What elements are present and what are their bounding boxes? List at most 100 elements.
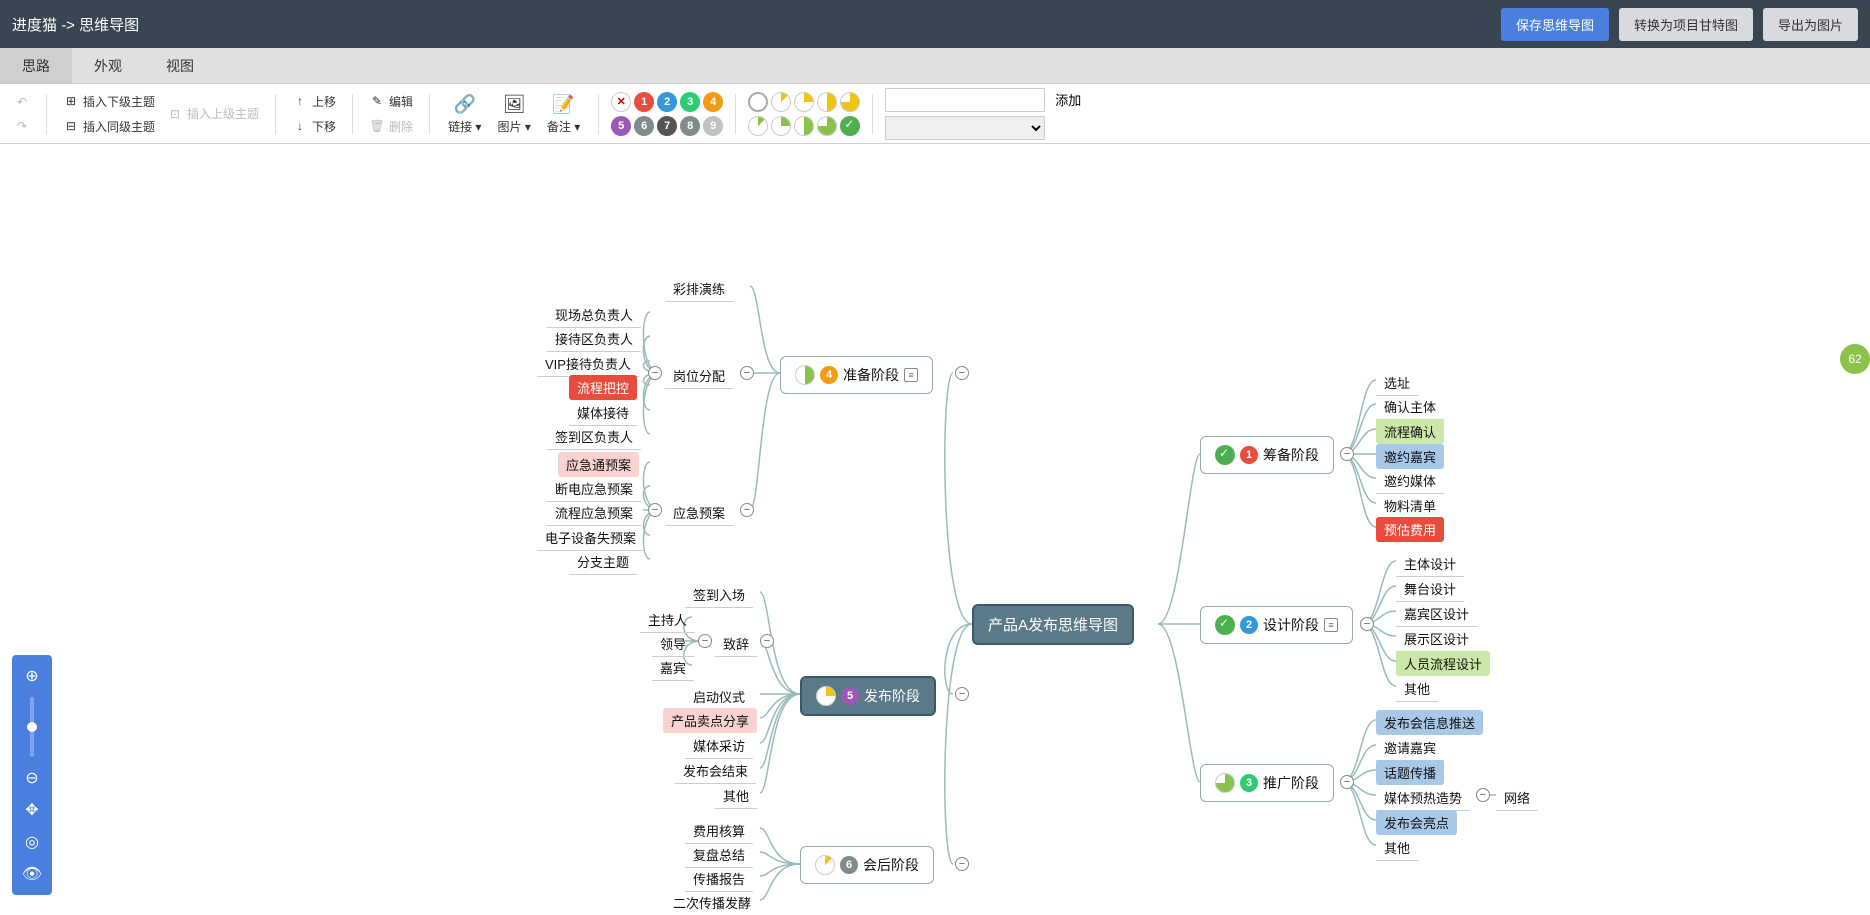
priority-1-icon[interactable]: 1 [634,92,654,112]
add-tag-button[interactable]: 添加 [1045,88,1091,112]
progress-g12-icon[interactable] [748,116,768,136]
progress-clear-icon[interactable] [748,92,768,112]
breadcrumb-app[interactable]: 进度猫 [12,17,57,34]
tag-input[interactable] [885,88,1045,112]
move-button[interactable]: ✥ [21,799,43,821]
collapse-toggle[interactable]: − [1340,447,1354,461]
float-badge[interactable]: 62 [1840,344,1870,374]
delete-button[interactable]: 🗑删除 [365,116,417,137]
zoom-in-button[interactable]: ⊕ [21,665,43,687]
leaf-node[interactable]: 致辞 [715,631,757,657]
leaf-node[interactable]: 媒体预热造势 [1376,785,1470,811]
priority-7-icon[interactable]: 7 [657,116,677,136]
progress-g50-icon[interactable] [794,116,814,136]
edit-button[interactable]: ✎编辑 [365,91,417,112]
leaf-node[interactable]: 嘉宾 [652,655,694,681]
leaf-node[interactable]: 复盘总结 [685,842,753,868]
leaf-node[interactable]: 主持人 [640,607,695,633]
leaf-node[interactable]: 物料清单 [1376,493,1444,519]
collapse-toggle[interactable]: − [648,366,662,380]
priority-2-icon[interactable]: 2 [657,92,677,112]
insert-sibling-button[interactable]: ⊟插入同级主题 [59,116,159,137]
leaf-node[interactable]: 展示区设计 [1396,626,1477,652]
redo-button[interactable]: ↷ [10,116,34,136]
collapse-toggle[interactable]: − [955,687,969,701]
insert-child-button[interactable]: ⊞插入下级主题 [59,91,159,112]
leaf-node[interactable]: 主体设计 [1396,551,1464,577]
leaf-node[interactable]: 预估费用 [1376,517,1444,542]
node-stage3[interactable]: 3 推广阶段 [1200,764,1334,802]
save-button[interactable]: 保存思维导图 [1501,8,1609,41]
leaf-node[interactable]: 岗位分配 [665,363,733,389]
progress-y25-icon[interactable] [794,92,814,112]
progress-g25-icon[interactable] [771,116,791,136]
leaf-node[interactable]: 流程确认 [1376,419,1444,444]
progress-done-icon[interactable] [840,116,860,136]
priority-3-icon[interactable]: 3 [680,92,700,112]
collapse-toggle[interactable]: − [698,634,712,648]
leaf-node[interactable]: 人员流程设计 [1396,651,1490,676]
leaf-node[interactable]: 媒体采访 [685,733,753,759]
leaf-node[interactable]: 流程应急预案 [547,500,641,526]
priority-clear-icon[interactable]: ✕ [611,92,631,112]
leaf-node[interactable]: 发布会亮点 [1376,810,1457,835]
priority-4-icon[interactable]: 4 [703,92,723,112]
leaf-node[interactable]: 选址 [1376,370,1418,396]
insert-parent-button[interactable]: ⊡插入上级主题 [163,103,263,124]
priority-9-icon[interactable]: 9 [703,116,723,136]
convert-gantt-button[interactable]: 转换为项目甘特图 [1619,8,1753,41]
tab-silu[interactable]: 思路 [0,48,72,83]
leaf-node[interactable]: 其他 [715,783,757,809]
leaf-node[interactable]: 嘉宾区设计 [1396,601,1477,627]
leaf-node[interactable]: 邀约媒体 [1376,468,1444,494]
node-stage6[interactable]: 6 会后阶段 [800,846,934,884]
tab-shitu[interactable]: 视图 [144,48,216,83]
collapse-toggle[interactable]: − [740,503,754,517]
leaf-node[interactable]: 话题传播 [1376,760,1444,785]
node-stage1[interactable]: 1 筹备阶段 [1200,436,1334,474]
export-image-button[interactable]: 导出为图片 [1763,8,1858,41]
leaf-node[interactable]: 媒体接待 [569,400,637,426]
leaf-node[interactable]: 分支主题 [569,549,637,575]
note-indicator-icon[interactable]: ≡ [1324,618,1338,632]
leaf-node[interactable]: 二次传播发酵 [665,890,759,915]
leaf-node[interactable]: 签到区负责人 [547,424,641,450]
note-button[interactable]: 📝备注 ▾ [541,90,586,137]
center-button[interactable]: ◎ [21,831,43,853]
root-node[interactable]: 产品A发布思维导图 [972,604,1134,645]
leaf-node[interactable]: 领导 [652,631,694,657]
image-button[interactable]: 🖼图片 ▾ [491,90,536,137]
leaf-node[interactable]: 电子设备失预案 [537,525,644,551]
preview-button[interactable]: 👁 [21,863,43,885]
leaf-node[interactable]: 流程把控 [569,375,637,400]
leaf-node[interactable]: 接待区负责人 [547,326,641,352]
note-indicator-icon[interactable]: ≡ [904,368,918,382]
mindmap-canvas[interactable]: 产品A发布思维导图 1 筹备阶段 − 选址 确认主体 流程确认 邀约嘉宾 邀约媒… [0,144,1870,915]
tag-select[interactable] [885,116,1045,140]
progress-y50-icon[interactable] [817,92,837,112]
collapse-toggle[interactable]: − [648,503,662,517]
zoom-out-button[interactable]: ⊖ [21,767,43,789]
collapse-toggle[interactable]: − [740,366,754,380]
link-button[interactable]: 🔗链接 ▾ [442,90,487,137]
leaf-node[interactable]: 应急预案 [665,500,733,526]
progress-y12-icon[interactable] [771,92,791,112]
leaf-node[interactable]: VIP接待负责人 [537,351,639,377]
leaf-node[interactable]: 发布会信息推送 [1376,710,1483,735]
node-stage4[interactable]: 4 准备阶段 ≡ [780,356,933,394]
collapse-toggle[interactable]: − [1360,617,1374,631]
collapse-toggle[interactable]: − [955,366,969,380]
move-up-button[interactable]: ↑上移 [288,91,340,112]
leaf-node[interactable]: 彩排演练 [665,276,733,302]
leaf-node[interactable]: 邀约嘉宾 [1376,444,1444,469]
collapse-toggle[interactable]: − [760,634,774,648]
node-stage2[interactable]: 2 设计阶段 ≡ [1200,606,1353,644]
zoom-slider[interactable] [30,697,34,757]
leaf-node[interactable]: 应急通预案 [558,452,639,477]
leaf-node[interactable]: 邀请嘉宾 [1376,735,1444,761]
collapse-toggle[interactable]: − [955,857,969,871]
priority-5-icon[interactable]: 5 [611,116,631,136]
node-stage5[interactable]: 5 发布阶段 [800,676,936,716]
leaf-node[interactable]: 签到入场 [685,582,753,608]
collapse-toggle[interactable]: − [1340,775,1354,789]
